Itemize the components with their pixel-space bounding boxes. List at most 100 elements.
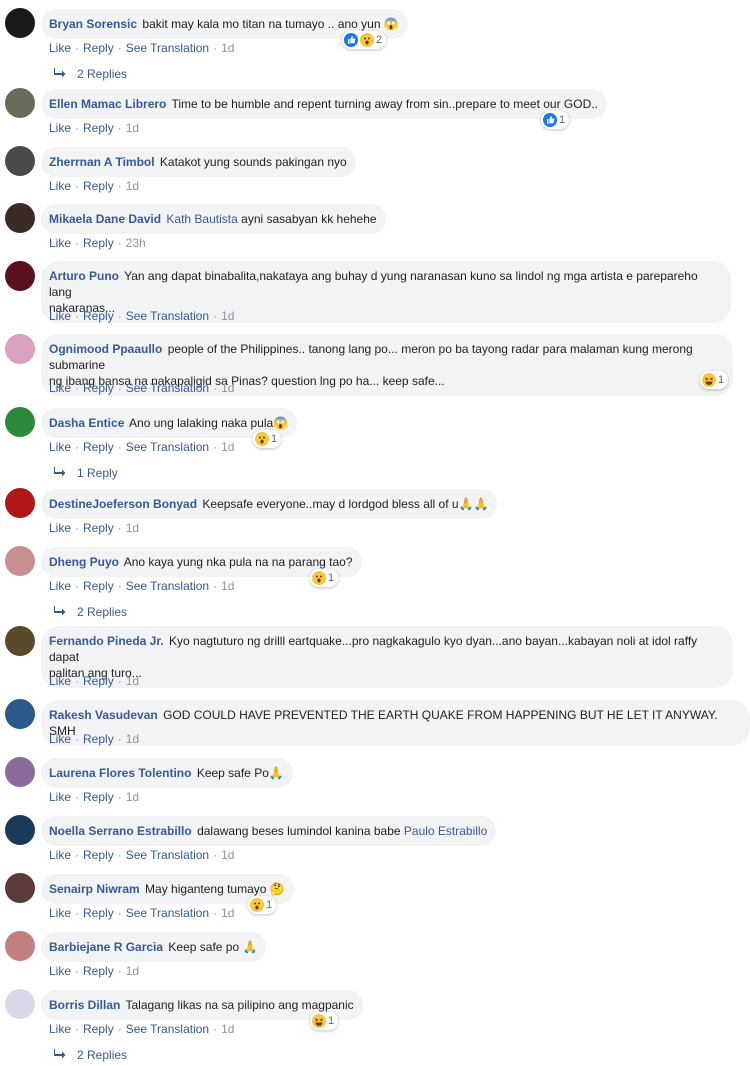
view-replies-link[interactable]: 2 Replies: [54, 1048, 127, 1062]
reply-link[interactable]: Reply: [83, 579, 114, 593]
avatar[interactable]: [5, 873, 35, 903]
avatar[interactable]: [5, 261, 35, 291]
view-replies-link[interactable]: 2 Replies: [54, 605, 127, 619]
avatar[interactable]: [5, 699, 35, 729]
comment-timestamp[interactable]: 1d: [221, 848, 234, 862]
avatar[interactable]: [5, 334, 35, 364]
comment-timestamp[interactable]: 1d: [221, 309, 234, 323]
reaction-summary[interactable]: 2: [342, 31, 387, 49]
reply-link[interactable]: Reply: [83, 906, 114, 920]
reply-link[interactable]: Reply: [83, 236, 114, 250]
comment-timestamp[interactable]: 1d: [221, 906, 234, 920]
comment-timestamp[interactable]: 1d: [221, 1022, 234, 1036]
avatar[interactable]: [5, 815, 35, 845]
comment-author[interactable]: Senairp Niwram: [49, 882, 140, 896]
avatar[interactable]: [5, 146, 35, 176]
like-link[interactable]: Like: [49, 674, 71, 688]
avatar[interactable]: [5, 488, 35, 518]
comment-author[interactable]: Barbiejane R Garcia: [49, 940, 163, 954]
like-link[interactable]: Like: [49, 579, 71, 593]
like-link[interactable]: Like: [49, 906, 71, 920]
comment-author[interactable]: Rakesh Vasudevan: [49, 708, 158, 722]
comment-author[interactable]: Noella Serrano Estrabillo: [49, 824, 192, 838]
like-link[interactable]: Like: [49, 309, 71, 323]
comment-author[interactable]: Mikaela Dane David: [49, 212, 161, 226]
mention-link[interactable]: Kath Bautista: [166, 212, 237, 226]
comment-author[interactable]: Bryan Sorensic: [49, 17, 137, 31]
reaction-summary[interactable]: 1: [310, 569, 339, 587]
comment-author[interactable]: Ognimood Ppaaullo: [49, 342, 162, 356]
like-link[interactable]: Like: [49, 732, 71, 746]
reply-link[interactable]: Reply: [83, 848, 114, 862]
comment-author[interactable]: Ellen Mamac Librero: [49, 97, 166, 111]
avatar[interactable]: [5, 8, 35, 38]
comment-timestamp[interactable]: 1d: [221, 440, 234, 454]
like-link[interactable]: Like: [49, 790, 71, 804]
comment-author[interactable]: Dheng Puyo: [49, 555, 119, 569]
avatar[interactable]: [5, 989, 35, 1019]
comment-timestamp[interactable]: 1d: [126, 732, 139, 746]
comment-timestamp[interactable]: 1d: [221, 579, 234, 593]
reply-link[interactable]: Reply: [83, 179, 114, 193]
reply-link[interactable]: Reply: [83, 41, 114, 55]
comment-author[interactable]: Arturo Puno: [49, 269, 119, 283]
reply-link[interactable]: Reply: [83, 790, 114, 804]
avatar[interactable]: [5, 626, 35, 656]
avatar[interactable]: [5, 757, 35, 787]
like-link[interactable]: Like: [49, 236, 71, 250]
mention-link[interactable]: Paulo Estrabillo: [404, 824, 487, 838]
comment-author[interactable]: Dasha Entice: [49, 416, 124, 430]
like-link[interactable]: Like: [49, 521, 71, 535]
comment-author[interactable]: Borris Dillan: [49, 998, 120, 1012]
reply-link[interactable]: Reply: [83, 521, 114, 535]
reply-link[interactable]: Reply: [83, 309, 114, 323]
comment-author[interactable]: Fernando Pineda Jr.: [49, 634, 164, 648]
like-link[interactable]: Like: [49, 41, 71, 55]
reply-link[interactable]: Reply: [83, 381, 114, 395]
see-translation-link[interactable]: See Translation: [126, 906, 209, 920]
see-translation-link[interactable]: See Translation: [126, 41, 209, 55]
like-link[interactable]: Like: [49, 1022, 71, 1036]
like-link[interactable]: Like: [49, 179, 71, 193]
reaction-summary[interactable]: 1: [248, 896, 277, 914]
see-translation-link[interactable]: See Translation: [126, 440, 209, 454]
view-replies-link[interactable]: 1 Reply: [54, 466, 118, 480]
reply-link[interactable]: Reply: [83, 964, 114, 978]
comment-timestamp[interactable]: 1d: [126, 790, 139, 804]
see-translation-link[interactable]: See Translation: [126, 381, 209, 395]
like-link[interactable]: Like: [49, 121, 71, 135]
comment-timestamp[interactable]: 1d: [221, 381, 234, 395]
like-link[interactable]: Like: [49, 381, 71, 395]
view-replies-link[interactable]: 2 Replies: [54, 67, 127, 81]
avatar[interactable]: [5, 88, 35, 118]
avatar[interactable]: [5, 546, 35, 576]
reply-link[interactable]: Reply: [83, 440, 114, 454]
comment-author[interactable]: Zherrnan A Timbol: [49, 155, 155, 169]
reaction-summary[interactable]: 1: [700, 371, 729, 389]
comment-timestamp[interactable]: 1d: [126, 121, 139, 135]
comment-timestamp[interactable]: 23h: [126, 236, 146, 250]
comment-timestamp[interactable]: 1d: [126, 521, 139, 535]
comment-timestamp[interactable]: 1d: [221, 41, 234, 55]
reply-link[interactable]: Reply: [83, 1022, 114, 1036]
comment-timestamp[interactable]: 1d: [126, 179, 139, 193]
avatar[interactable]: [5, 203, 35, 233]
reaction-summary[interactable]: 1: [253, 430, 282, 448]
see-translation-link[interactable]: See Translation: [126, 579, 209, 593]
reply-link[interactable]: Reply: [83, 732, 114, 746]
comment-author[interactable]: DestineJoeferson Bonyad: [49, 497, 197, 511]
comment-timestamp[interactable]: 1d: [126, 674, 139, 688]
reaction-summary[interactable]: 1: [310, 1012, 339, 1030]
comment-author[interactable]: Laurena Flores Tolentino: [49, 766, 191, 780]
avatar[interactable]: [5, 407, 35, 437]
see-translation-link[interactable]: See Translation: [126, 1022, 209, 1036]
reaction-summary[interactable]: 1: [541, 111, 570, 129]
like-link[interactable]: Like: [49, 440, 71, 454]
reply-link[interactable]: Reply: [83, 121, 114, 135]
reply-link[interactable]: Reply: [83, 674, 114, 688]
like-link[interactable]: Like: [49, 964, 71, 978]
avatar[interactable]: [5, 931, 35, 961]
like-link[interactable]: Like: [49, 848, 71, 862]
comment-timestamp[interactable]: 1d: [126, 964, 139, 978]
see-translation-link[interactable]: See Translation: [126, 309, 209, 323]
